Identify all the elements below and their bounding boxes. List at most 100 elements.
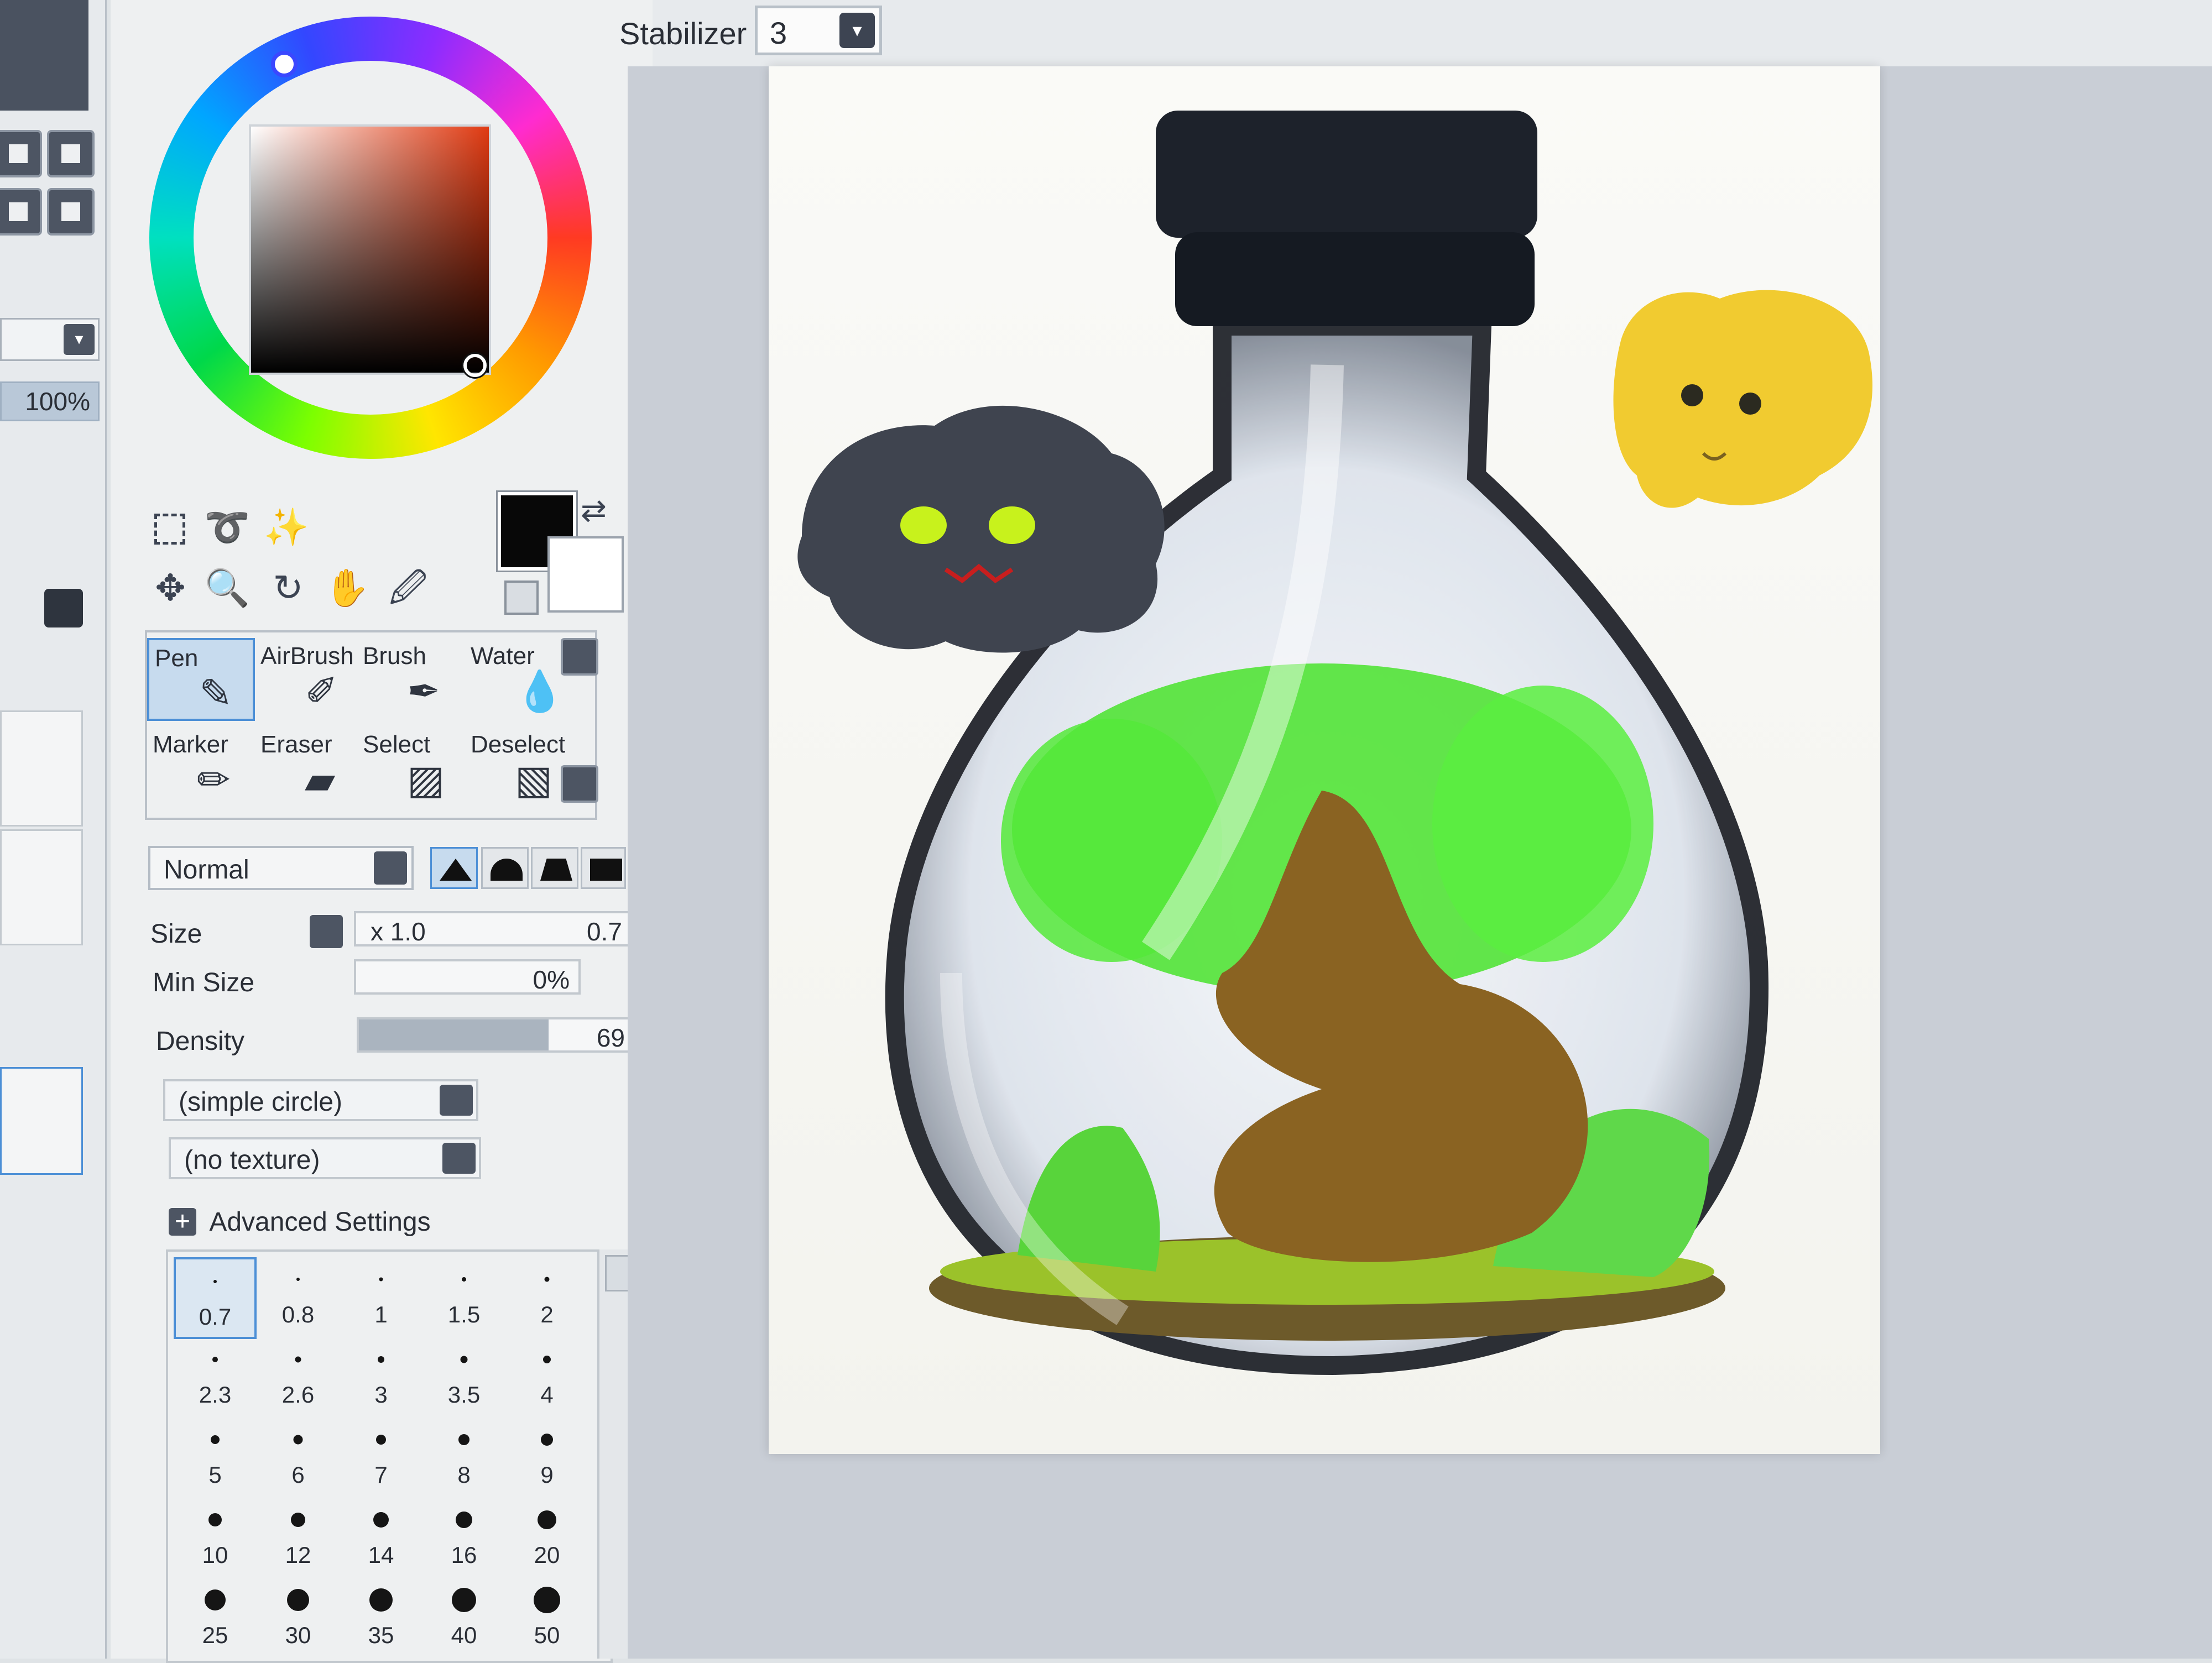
size-preset[interactable]: 2	[505, 1257, 588, 1339]
layer-thumbnail[interactable]	[0, 710, 83, 827]
brush-shape-sharp[interactable]	[430, 847, 478, 889]
size-preset-label: 1.5	[447, 1301, 481, 1327]
top-toolbar	[653, 0, 2212, 66]
size-preset[interactable]: 10	[174, 1498, 257, 1580]
size-preset-label: 35	[368, 1622, 394, 1648]
brush-texture-dropdown[interactable]: (no texture)	[169, 1137, 481, 1179]
drawing-canvas[interactable]	[769, 66, 1880, 1454]
chevron-down-icon[interactable]: ▾	[839, 13, 875, 48]
size-preset[interactable]: 30	[257, 1578, 340, 1660]
copy-layer-button[interactable]	[0, 188, 42, 236]
brush-shape-medium[interactable]	[531, 847, 578, 889]
size-preset-label: 16	[451, 1542, 477, 1568]
size-preset[interactable]: 8	[422, 1418, 505, 1499]
brush-tool-grid: Pen ✎ AirBrush ✐ Brush ✒ Water 💧 Marker …	[145, 630, 598, 820]
chevron-down-icon[interactable]	[374, 851, 407, 885]
size-slider[interactable]: x 1.0 0.7	[354, 911, 633, 946]
density-value: 69	[596, 1023, 625, 1052]
brush-shape-soft[interactable]	[481, 847, 529, 889]
size-preset-dot	[296, 1278, 300, 1281]
size-preset[interactable]: 3.5	[422, 1337, 505, 1419]
chevron-down-icon[interactable]	[442, 1143, 476, 1174]
new-layer-button[interactable]	[0, 130, 42, 177]
chevron-down-icon[interactable]	[440, 1085, 473, 1116]
saturation-value-square[interactable]	[249, 124, 491, 375]
size-preset[interactable]: 0.7	[174, 1257, 257, 1339]
size-preset[interactable]: 12	[257, 1498, 340, 1580]
brush-brush[interactable]: Brush ✒	[357, 638, 465, 721]
brush-marker[interactable]: Marker ✏	[147, 726, 255, 809]
min-size-slider[interactable]: 0%	[354, 959, 581, 995]
size-preset-dot	[456, 1512, 472, 1528]
plus-icon: +	[169, 1208, 196, 1236]
layer-lock-icon[interactable]	[44, 589, 83, 627]
size-preset[interactable]: 50	[505, 1578, 588, 1660]
marquee-icon[interactable]	[147, 506, 194, 553]
size-label: Size	[150, 919, 202, 949]
size-preset[interactable]: 3	[340, 1337, 422, 1419]
layer-thumbnail[interactable]	[0, 829, 83, 945]
swap-colors-icon[interactable]: ⇄	[581, 492, 607, 529]
size-preset[interactable]: 20	[505, 1498, 588, 1580]
new-folder-button[interactable]	[47, 130, 95, 177]
brush-scroll-up-button[interactable]	[561, 638, 598, 676]
size-preset[interactable]: 4	[505, 1337, 588, 1419]
eyedropper-icon[interactable]: 🖉	[384, 564, 432, 611]
size-preset[interactable]: 35	[340, 1578, 422, 1660]
layer-mode-dropdown[interactable]: ▾	[0, 318, 100, 361]
zoom-icon[interactable]: 🔍	[204, 564, 251, 611]
rotate-icon[interactable]: ↻	[264, 564, 312, 611]
brush-scroll-down-button[interactable]	[561, 765, 598, 803]
background-color-swatch[interactable]	[547, 536, 624, 613]
hand-icon[interactable]: ✋	[324, 564, 371, 611]
layer-thumbnail-selected[interactable]	[0, 1067, 83, 1175]
artwork	[797, 111, 1872, 1376]
creature-eye-left	[900, 506, 947, 544]
reset-colors-icon[interactable]	[504, 581, 539, 615]
blend-mode-value: Normal	[164, 855, 249, 885]
size-preset[interactable]: 9	[505, 1418, 588, 1499]
size-pressure-toggle[interactable]	[310, 915, 343, 948]
brush-select[interactable]: Select ▨	[357, 726, 465, 809]
brush-label: Pen	[155, 645, 199, 672]
size-preset-dot	[458, 1434, 469, 1445]
size-preset[interactable]: 0.8	[257, 1257, 340, 1339]
size-preset[interactable]: 16	[422, 1498, 505, 1580]
size-preset-dot	[376, 1435, 386, 1445]
stabilizer-dropdown[interactable]: 3 ▾	[755, 6, 882, 55]
brush-water[interactable]: Water 💧	[465, 638, 573, 721]
size-preset[interactable]: 7	[340, 1418, 422, 1499]
density-label: Density	[156, 1027, 245, 1056]
brush-shape-dropdown[interactable]: (simple circle)	[163, 1079, 478, 1121]
color-picker-marker[interactable]	[463, 354, 487, 377]
size-preset-label: 3.5	[447, 1382, 481, 1408]
size-preset[interactable]: 14	[340, 1498, 422, 1580]
hue-marker[interactable]	[271, 51, 298, 77]
brush-airbrush[interactable]: AirBrush ✐	[255, 638, 363, 721]
brush-deselect[interactable]: Deselect ▧	[465, 726, 573, 809]
delete-layer-button[interactable]	[47, 188, 95, 236]
size-preset-dot	[212, 1357, 218, 1362]
density-slider[interactable]: 69	[357, 1017, 636, 1053]
brush-shape-flat[interactable]	[581, 847, 626, 889]
layer-preview	[0, 0, 88, 111]
size-preset[interactable]: 6	[257, 1418, 340, 1499]
size-preset[interactable]: 2.6	[257, 1337, 340, 1419]
water-icon: 💧	[515, 670, 565, 714]
brush-pen[interactable]: Pen ✎	[147, 638, 255, 721]
blend-mode-dropdown[interactable]: Normal	[148, 846, 414, 890]
size-preset[interactable]: 5	[174, 1418, 257, 1499]
opacity-field[interactable]: 100%	[0, 381, 100, 421]
brush-eraser[interactable]: Eraser ▰	[255, 726, 363, 809]
size-preset[interactable]: 25	[174, 1578, 257, 1660]
size-preset[interactable]: 1.5	[422, 1257, 505, 1339]
move-icon[interactable]: ✥	[147, 564, 194, 611]
lasso-icon[interactable]: ➰	[204, 503, 251, 551]
size-preset-dot	[543, 1356, 551, 1363]
size-preset-label: 10	[202, 1542, 228, 1568]
advanced-settings-toggle[interactable]: + Advanced Settings	[169, 1205, 431, 1238]
size-preset[interactable]: 2.3	[174, 1337, 257, 1419]
size-preset[interactable]: 1	[340, 1257, 422, 1339]
magic-wand-icon[interactable]: ✨	[263, 503, 310, 551]
size-preset[interactable]: 40	[422, 1578, 505, 1660]
